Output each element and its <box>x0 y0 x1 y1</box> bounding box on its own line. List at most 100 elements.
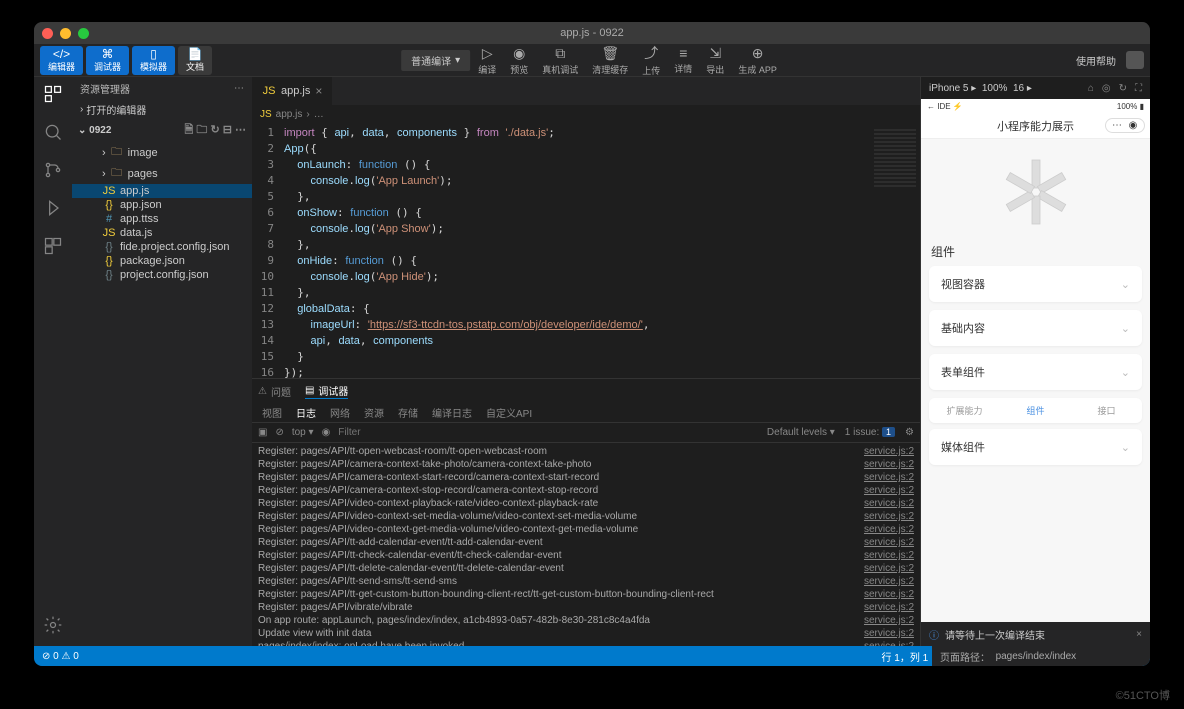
device-logo <box>929 147 1142 237</box>
expand-icon[interactable]: ⛶ <box>1135 83 1142 94</box>
more-icon[interactable]: ⋯ <box>234 83 244 94</box>
search-icon[interactable] <box>42 121 64 143</box>
new-file-icon[interactable]: 🗎 <box>184 124 193 136</box>
panel-sub-6[interactable]: 自定义API <box>486 405 532 420</box>
source-control-icon[interactable] <box>42 159 64 181</box>
remote-debug-button[interactable]: ⧉真机调试 <box>536 45 584 76</box>
extensions-icon[interactable] <box>42 235 64 257</box>
levels-dropdown[interactable]: Default levels ▾ <box>767 427 835 438</box>
console-output[interactable]: Register: pages/API/tt-open-webcast-room… <box>252 443 920 646</box>
tab-api[interactable]: 接口 <box>1071 404 1142 417</box>
settings-gear-icon[interactable] <box>42 614 64 636</box>
doc-button[interactable]: 📄文档 <box>178 46 212 75</box>
device-dropdown[interactable]: iPhone 5 ▸ <box>929 83 976 94</box>
minimap[interactable] <box>870 123 920 378</box>
errors-indicator[interactable]: ⊘ 0 ⚠ 0 <box>42 651 79 662</box>
debugger-tab[interactable]: ▤调试器 <box>305 383 348 399</box>
minimize-window-icon[interactable] <box>60 28 71 39</box>
refresh-icon[interactable]: ↻ <box>1119 83 1127 94</box>
card-item[interactable]: 视图容器⌄ <box>929 266 1142 302</box>
device-debug-icon: ⧉ <box>555 45 565 62</box>
panel-sub-0[interactable]: 视图 <box>262 405 282 420</box>
trash-icon: 🗑 <box>601 45 619 62</box>
activity-bar <box>34 77 72 646</box>
card-item[interactable]: 基础内容⌄ <box>929 310 1142 346</box>
location-icon[interactable]: ◎ <box>1102 83 1111 94</box>
new-folder-icon[interactable]: 🗀 <box>196 124 207 136</box>
simulator-button[interactable]: ▯模拟器 <box>132 46 175 75</box>
zoom-dropdown[interactable]: 100% <box>982 83 1008 94</box>
maximize-window-icon[interactable] <box>78 28 89 39</box>
panel-sub-5[interactable]: 编译日志 <box>432 405 472 420</box>
file-type-icon: JS <box>102 227 116 239</box>
close-window-icon[interactable] <box>42 28 53 39</box>
preview-button[interactable]: ◉预览 <box>504 45 534 76</box>
settings-gear-icon[interactable]: ⚙ <box>905 427 914 438</box>
font-dropdown[interactable]: 16 ▸ <box>1013 83 1032 94</box>
filter-eye-icon[interactable]: ◉ <box>322 427 331 438</box>
export-button[interactable]: ⇲导出 <box>700 45 730 76</box>
file-fide.project.config.json[interactable]: {}fide.project.config.json <box>72 240 252 254</box>
terminal-icon: ▤ <box>305 385 314 396</box>
context-dropdown[interactable]: top ▾ <box>292 427 314 438</box>
tab-app-js[interactable]: JS app.js × <box>252 77 333 105</box>
tab-ext[interactable]: 扩展能力 <box>929 404 1000 417</box>
project-root[interactable]: ⌄ 0922 🗎 🗀 ↻ ⊟ ⋯ <box>72 119 252 142</box>
user-avatar[interactable] <box>1126 51 1144 69</box>
panel-sub-1[interactable]: 日志 <box>296 405 316 420</box>
close-tab-icon[interactable]: × <box>315 84 322 98</box>
panel-sub-4[interactable]: 存储 <box>398 405 418 420</box>
genapp-button[interactable]: ⊕生成 APP <box>732 45 783 76</box>
detail-button[interactable]: ≡详情 <box>668 45 698 75</box>
upload-button[interactable]: ⤴上传 <box>636 43 666 77</box>
compile-button[interactable]: ▷编译 <box>472 45 502 76</box>
chevron-right-icon: › <box>306 109 309 120</box>
refresh-icon[interactable]: ↻ <box>210 124 219 136</box>
file-app.ttss[interactable]: #app.ttss <box>72 212 252 226</box>
clear-console-icon[interactable]: ⊘ <box>275 427 283 438</box>
problems-tab[interactable]: ⚠问题 <box>258 384 291 399</box>
file-image[interactable]: ›🗀image <box>72 142 252 163</box>
file-pages[interactable]: ›🗀pages <box>72 163 252 184</box>
more-icon[interactable]: ⋯ <box>235 124 246 136</box>
filter-input[interactable] <box>338 427 759 438</box>
explorer-icon[interactable] <box>42 83 64 105</box>
close-icon[interactable]: × <box>1136 629 1142 640</box>
chevron-right-icon: › <box>80 104 83 115</box>
panel-sub-2[interactable]: 网络 <box>330 405 350 420</box>
compile-mode-dropdown[interactable]: 普通编译▾ <box>401 50 470 71</box>
editor-button[interactable]: </>编辑器 <box>40 46 83 75</box>
file-package.json[interactable]: {}package.json <box>72 254 252 268</box>
file-project.config.json[interactable]: {}project.config.json <box>72 268 252 282</box>
open-editors-section[interactable]: ›打开的编辑器 <box>72 100 252 119</box>
file-app.json[interactable]: {}app.json <box>72 198 252 212</box>
list-icon: ≡ <box>679 45 687 61</box>
file-data.js[interactable]: JSdata.js <box>72 226 252 240</box>
card-media[interactable]: 媒体组件⌄ <box>929 429 1142 465</box>
inspect-icon[interactable]: ▣ <box>258 427 267 438</box>
code-editor[interactable]: import { api, data, components } from '.… <box>284 123 870 378</box>
export-icon: ⇲ <box>709 45 721 62</box>
menu-capsule-icon[interactable]: ⋯ <box>1110 120 1124 131</box>
bottom-panel: ⚠问题 ▤调试器 视图日志网络资源存储编译日志自定义API ▣ ⊘ top ▾ … <box>252 378 920 646</box>
file-type-icon: {} <box>102 199 116 211</box>
file-app.js[interactable]: JSapp.js <box>72 184 252 198</box>
debug-icon[interactable] <box>42 197 64 219</box>
breadcrumb[interactable]: JS app.js › … <box>252 105 920 123</box>
chevron-down-icon: ▾ <box>455 55 460 66</box>
help-link[interactable]: 使用帮助 <box>1076 53 1116 68</box>
home-icon[interactable]: ⌂ <box>1088 83 1094 94</box>
cursor-position[interactable]: 行 1，列 1 <box>882 649 929 664</box>
issues-indicator[interactable]: 1 issue: 1 <box>845 427 895 438</box>
phone-icon: ▯ <box>150 48 157 60</box>
clear-cache-button[interactable]: 🗑清理缓存 <box>586 45 634 76</box>
chevron-down-icon: ⌄ <box>1121 441 1130 454</box>
panel-sub-3[interactable]: 资源 <box>364 405 384 420</box>
card-item[interactable]: 表单组件⌄ <box>929 354 1142 390</box>
debugger-button[interactable]: ⌘调试器 <box>86 46 129 75</box>
collapse-icon[interactable]: ⊟ <box>223 124 232 136</box>
close-capsule-icon[interactable]: ◉ <box>1126 120 1140 131</box>
tab-component[interactable]: 组件 <box>1000 404 1071 417</box>
file-type-icon: {} <box>102 269 116 281</box>
device-body[interactable]: 组件 视图容器⌄基础内容⌄表单组件⌄ 扩展能力 组件 接口 媒体组件⌄ <box>921 139 1150 622</box>
